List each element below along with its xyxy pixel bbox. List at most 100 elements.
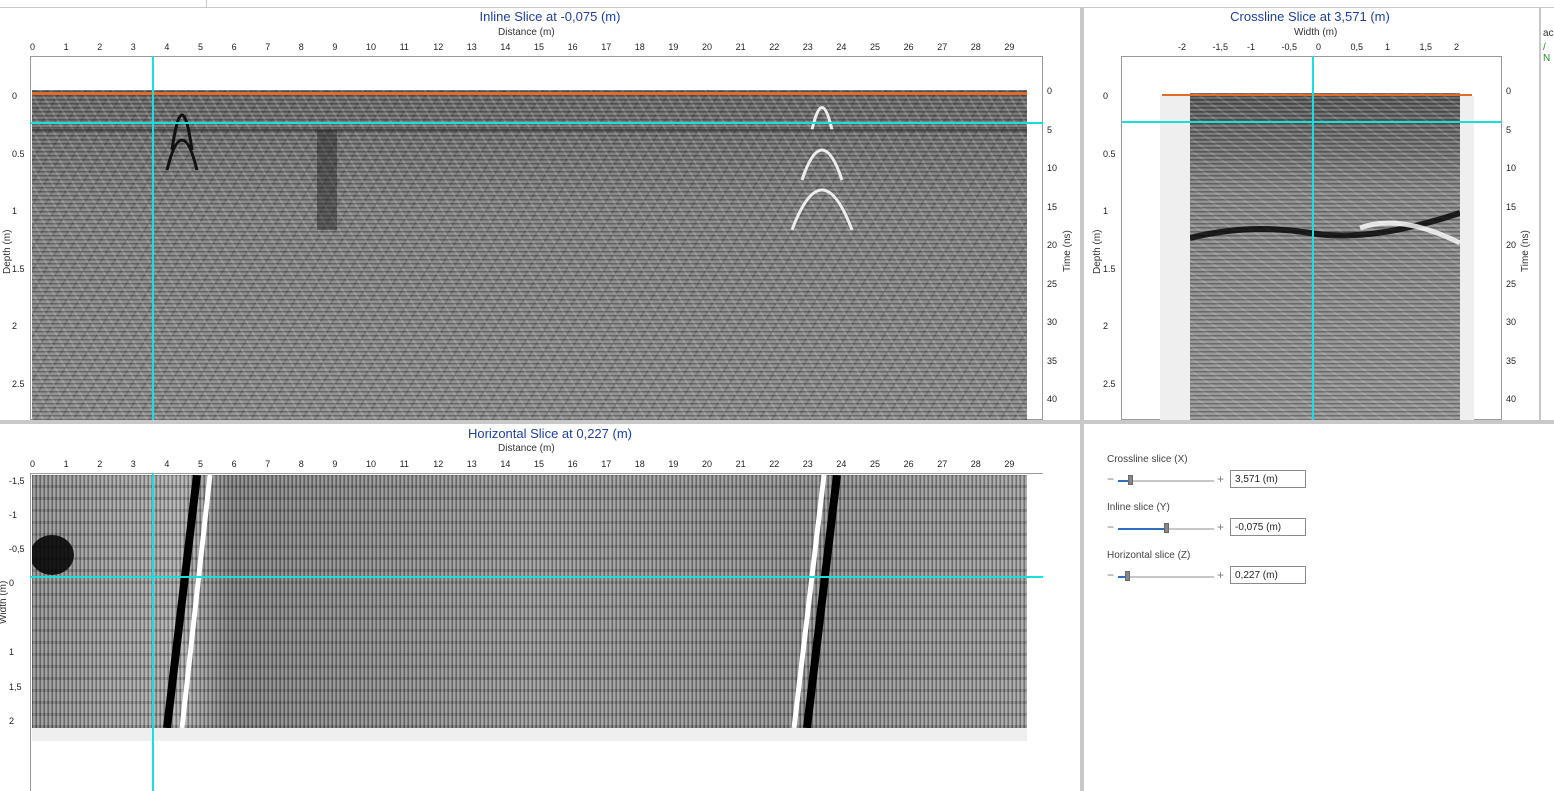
crossline-time-tick: 40 bbox=[1506, 394, 1517, 404]
crossline-crosshair-vertical[interactable] bbox=[1312, 56, 1314, 420]
inline-time-tick: 40 bbox=[1047, 394, 1058, 404]
inline-x-tick: 29 bbox=[1004, 42, 1015, 52]
inline-x-tick: 28 bbox=[970, 42, 981, 52]
crossline-x-tick: 1 bbox=[1385, 42, 1391, 52]
inline-crosshair-horizontal[interactable] bbox=[30, 122, 1043, 124]
horizontal-slice-title: Horizontal Slice at 0,227 (m) bbox=[467, 426, 632, 441]
horizontal-x-tick: 28 bbox=[970, 459, 981, 469]
inline-x-tick: 5 bbox=[198, 42, 204, 52]
crossline-increment-button[interactable]: + bbox=[1217, 472, 1224, 486]
horizontal-x-tick: 13 bbox=[466, 459, 477, 469]
horizontal-increment-button[interactable]: + bbox=[1217, 568, 1224, 582]
inline-radargram[interactable] bbox=[32, 90, 1027, 420]
horizontal-x-tick: 27 bbox=[937, 459, 948, 469]
horizontal-x-axis-label: Distance (m) bbox=[498, 443, 555, 454]
inline-x-tick: 2 bbox=[97, 42, 103, 52]
crossline-depth-tick: 0.5 bbox=[1103, 148, 1116, 159]
horizontal-width-tick: 1 bbox=[9, 647, 15, 657]
crossline-depth-tick: 2.5 bbox=[1103, 378, 1116, 389]
horizontal-width-axis-label: Width (m) bbox=[0, 580, 9, 624]
inline-x-tick: 18 bbox=[634, 42, 645, 52]
inline-x-tick: 3 bbox=[130, 42, 136, 52]
horizontal-x-tick: 17 bbox=[601, 459, 612, 469]
inline-x-tick: 14 bbox=[500, 42, 511, 52]
crossline-x-tick: 0 bbox=[1316, 42, 1322, 52]
inline-slider-thumb[interactable] bbox=[1164, 523, 1169, 533]
crossline-depth-tick: 1.5 bbox=[1103, 263, 1116, 274]
inline-x-tick: 4 bbox=[164, 42, 170, 52]
horizontal-features bbox=[32, 475, 841, 728]
inline-x-tick: 23 bbox=[802, 42, 813, 52]
crossline-slider-thumb[interactable] bbox=[1127, 475, 1133, 485]
horizontal-x-tick: 20 bbox=[702, 459, 713, 469]
horizontal-x-tick: 5 bbox=[198, 459, 204, 469]
horizontal-width-tick: -1 bbox=[9, 510, 18, 520]
inline-x-tick: 24 bbox=[836, 42, 847, 52]
inline-depth-axis-label: Depth (m) bbox=[2, 229, 13, 274]
crossline-radargram[interactable] bbox=[1190, 93, 1460, 420]
inline-x-tick: 6 bbox=[231, 42, 237, 52]
horizontal-width-tick: -1,5 bbox=[9, 476, 25, 486]
inline-x-tick: 27 bbox=[937, 42, 948, 52]
horizontal-x-tick: 6 bbox=[231, 459, 237, 469]
inline-time-tick: 35 bbox=[1047, 355, 1058, 366]
inline-depth-tick: 2.5 bbox=[12, 378, 25, 389]
horizontal-x-tick: 16 bbox=[567, 459, 578, 469]
inline-x-tick: 26 bbox=[903, 42, 914, 52]
inline-increment-button[interactable]: + bbox=[1217, 520, 1224, 534]
horizontal-x-tick: 15 bbox=[534, 459, 545, 469]
inline-x-tick: 15 bbox=[534, 42, 545, 52]
crossline-decrement-button[interactable]: − bbox=[1107, 472, 1114, 486]
horizontal-slider-thumb[interactable] bbox=[1124, 571, 1130, 581]
crossline-x-tick: -0,5 bbox=[1281, 42, 1298, 52]
crossline-depth-tick: 1 bbox=[1103, 206, 1109, 216]
horizontal-crosshair-vertical[interactable] bbox=[152, 473, 154, 791]
horizontal-value-input[interactable] bbox=[1230, 566, 1306, 584]
crossline-surface-line bbox=[1162, 94, 1472, 96]
horizontal-slider-track[interactable] bbox=[1118, 576, 1214, 578]
horizontal-x-tick: 3 bbox=[130, 459, 136, 469]
inline-x-tick: 20 bbox=[702, 42, 713, 52]
inline-x-tick: 8 bbox=[298, 42, 304, 52]
inline-value-input[interactable] bbox=[1230, 518, 1306, 536]
horizontal-width-tick: 1,5 bbox=[9, 682, 22, 692]
crossline-time-tick: 5 bbox=[1506, 124, 1512, 135]
horizontal-decrement-button[interactable]: − bbox=[1107, 568, 1114, 582]
crossline-time-axis-label: Time (ns) bbox=[1520, 230, 1531, 272]
inline-depth-tick: 2 bbox=[12, 321, 18, 331]
right-panel-divider[interactable] bbox=[1539, 7, 1541, 420]
inline-time-tick: 30 bbox=[1047, 317, 1058, 327]
horizontal-x-tick: 21 bbox=[735, 459, 746, 469]
horizontal-x-tick: 11 bbox=[399, 459, 409, 469]
panel-divider-vertical[interactable] bbox=[1080, 7, 1084, 791]
horizontal-crosshair-horizontal[interactable] bbox=[30, 576, 1043, 578]
crossline-value-input[interactable] bbox=[1230, 470, 1306, 488]
horizontal-x-tick: 26 bbox=[903, 459, 914, 469]
right-panel-text-2: / N bbox=[1543, 42, 1551, 64]
horizontal-slice-image[interactable] bbox=[32, 475, 1027, 728]
inline-slice-title: Inline Slice at -0,075 (m) bbox=[479, 9, 621, 24]
horizontal-width-tick: 0 bbox=[9, 578, 15, 588]
active-tab-remnant[interactable] bbox=[0, 0, 207, 7]
inline-x-tick: 11 bbox=[399, 42, 409, 52]
crossline-x-tick: -1 bbox=[1247, 42, 1256, 52]
inline-slice-label: Inline slice (Y) bbox=[1107, 502, 1170, 513]
horizontal-x-tick: 9 bbox=[332, 459, 338, 469]
inline-crosshair-vertical[interactable] bbox=[152, 56, 154, 420]
horizontal-slice-label: Horizontal slice (Z) bbox=[1107, 550, 1191, 561]
inline-time-axis-label: Time (ns) bbox=[1062, 230, 1073, 272]
horizontal-x-tick: 19 bbox=[668, 459, 679, 469]
panel-divider-horizontal[interactable] bbox=[0, 420, 1554, 424]
crossline-x-axis-label: Width (m) bbox=[1294, 27, 1338, 38]
crossline-time-tick: 25 bbox=[1506, 278, 1517, 289]
inline-time-tick: 25 bbox=[1047, 278, 1058, 289]
horizontal-x-tick: 7 bbox=[265, 459, 271, 469]
inline-x-tick: 16 bbox=[567, 42, 578, 52]
inline-x-tick: 21 bbox=[735, 42, 746, 52]
crossline-x-tick: -1,5 bbox=[1212, 42, 1229, 52]
horizontal-width-tick: -0,5 bbox=[9, 544, 25, 554]
inline-reflections bbox=[32, 106, 1027, 231]
inline-decrement-button[interactable]: − bbox=[1107, 520, 1114, 534]
horizontal-x-tick: 23 bbox=[802, 459, 813, 469]
inline-time-tick: 10 bbox=[1047, 163, 1058, 173]
